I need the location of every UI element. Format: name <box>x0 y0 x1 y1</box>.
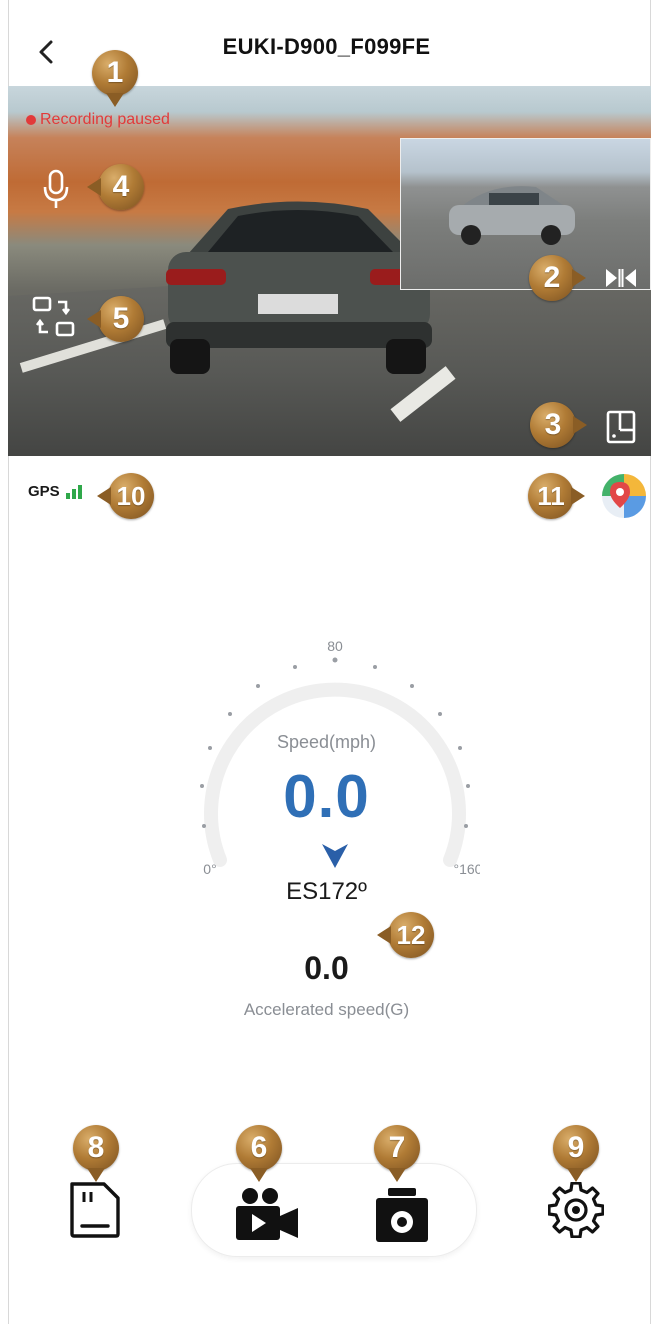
heading-arrow-icon <box>322 844 348 868</box>
accel-label: Accelerated speed(G) <box>243 1000 410 1019</box>
switch-camera-button[interactable] <box>30 296 78 343</box>
callout-badge-10: 10 <box>108 473 154 519</box>
gauge-tick-top: 80 <box>327 638 343 654</box>
callout-badge-7: 7 <box>374 1125 420 1171</box>
microphone-icon <box>43 169 69 208</box>
settings-button[interactable] <box>547 1181 605 1243</box>
map-location-icon <box>602 474 646 518</box>
callout-badge-8: 8 <box>73 1125 119 1171</box>
speed-label: Speed(mph) <box>276 732 377 752</box>
speedometer-gauge: 80 0° °160 <box>200 638 480 877</box>
heading-value: ES172º <box>286 878 367 905</box>
settings-gear-icon <box>547 1181 605 1239</box>
speed-value: 0.0 <box>283 763 370 830</box>
gauge-tick-min: 0° <box>203 861 216 877</box>
callout-badge-2: 2 <box>529 255 575 301</box>
callout-badge-3: 3 <box>530 402 576 448</box>
map-button[interactable] <box>600 472 648 525</box>
sd-card-button[interactable] <box>68 1180 122 1245</box>
sd-card-icon <box>70 1182 120 1238</box>
callout-badge-6: 6 <box>236 1125 282 1171</box>
callout-badge-5: 5 <box>98 296 144 342</box>
switch-camera-icon <box>32 296 75 337</box>
camera-snapshot-icon <box>376 1188 428 1242</box>
swap-view-icon <box>606 269 636 287</box>
gps-status: GPS <box>28 483 82 500</box>
fullscreen-icon <box>606 410 636 444</box>
gps-signal-icon <box>65 485 82 499</box>
recording-status: Recording paused <box>26 111 170 129</box>
record-video-button[interactable] <box>232 1186 302 1249</box>
pip-car-image <box>449 186 575 245</box>
gauge-tick-max: °160 <box>454 861 480 877</box>
recording-dot-icon <box>26 115 36 125</box>
gps-label: GPS <box>28 483 60 500</box>
microphone-button[interactable] <box>40 168 72 215</box>
snapshot-button[interactable] <box>374 1186 430 1249</box>
accel-value: 0.0 <box>304 950 349 986</box>
swap-view-button[interactable] <box>604 266 638 295</box>
fullscreen-button[interactable] <box>606 410 636 449</box>
callout-badge-9: 9 <box>553 1125 599 1171</box>
callout-badge-4: 4 <box>98 164 144 210</box>
video-record-icon <box>236 1188 298 1240</box>
callout-badge-11: 11 <box>528 473 574 519</box>
recording-status-text: Recording paused <box>40 111 170 128</box>
callout-badge-12: 12 <box>388 912 434 958</box>
callout-badge-1: 1 <box>92 50 138 96</box>
